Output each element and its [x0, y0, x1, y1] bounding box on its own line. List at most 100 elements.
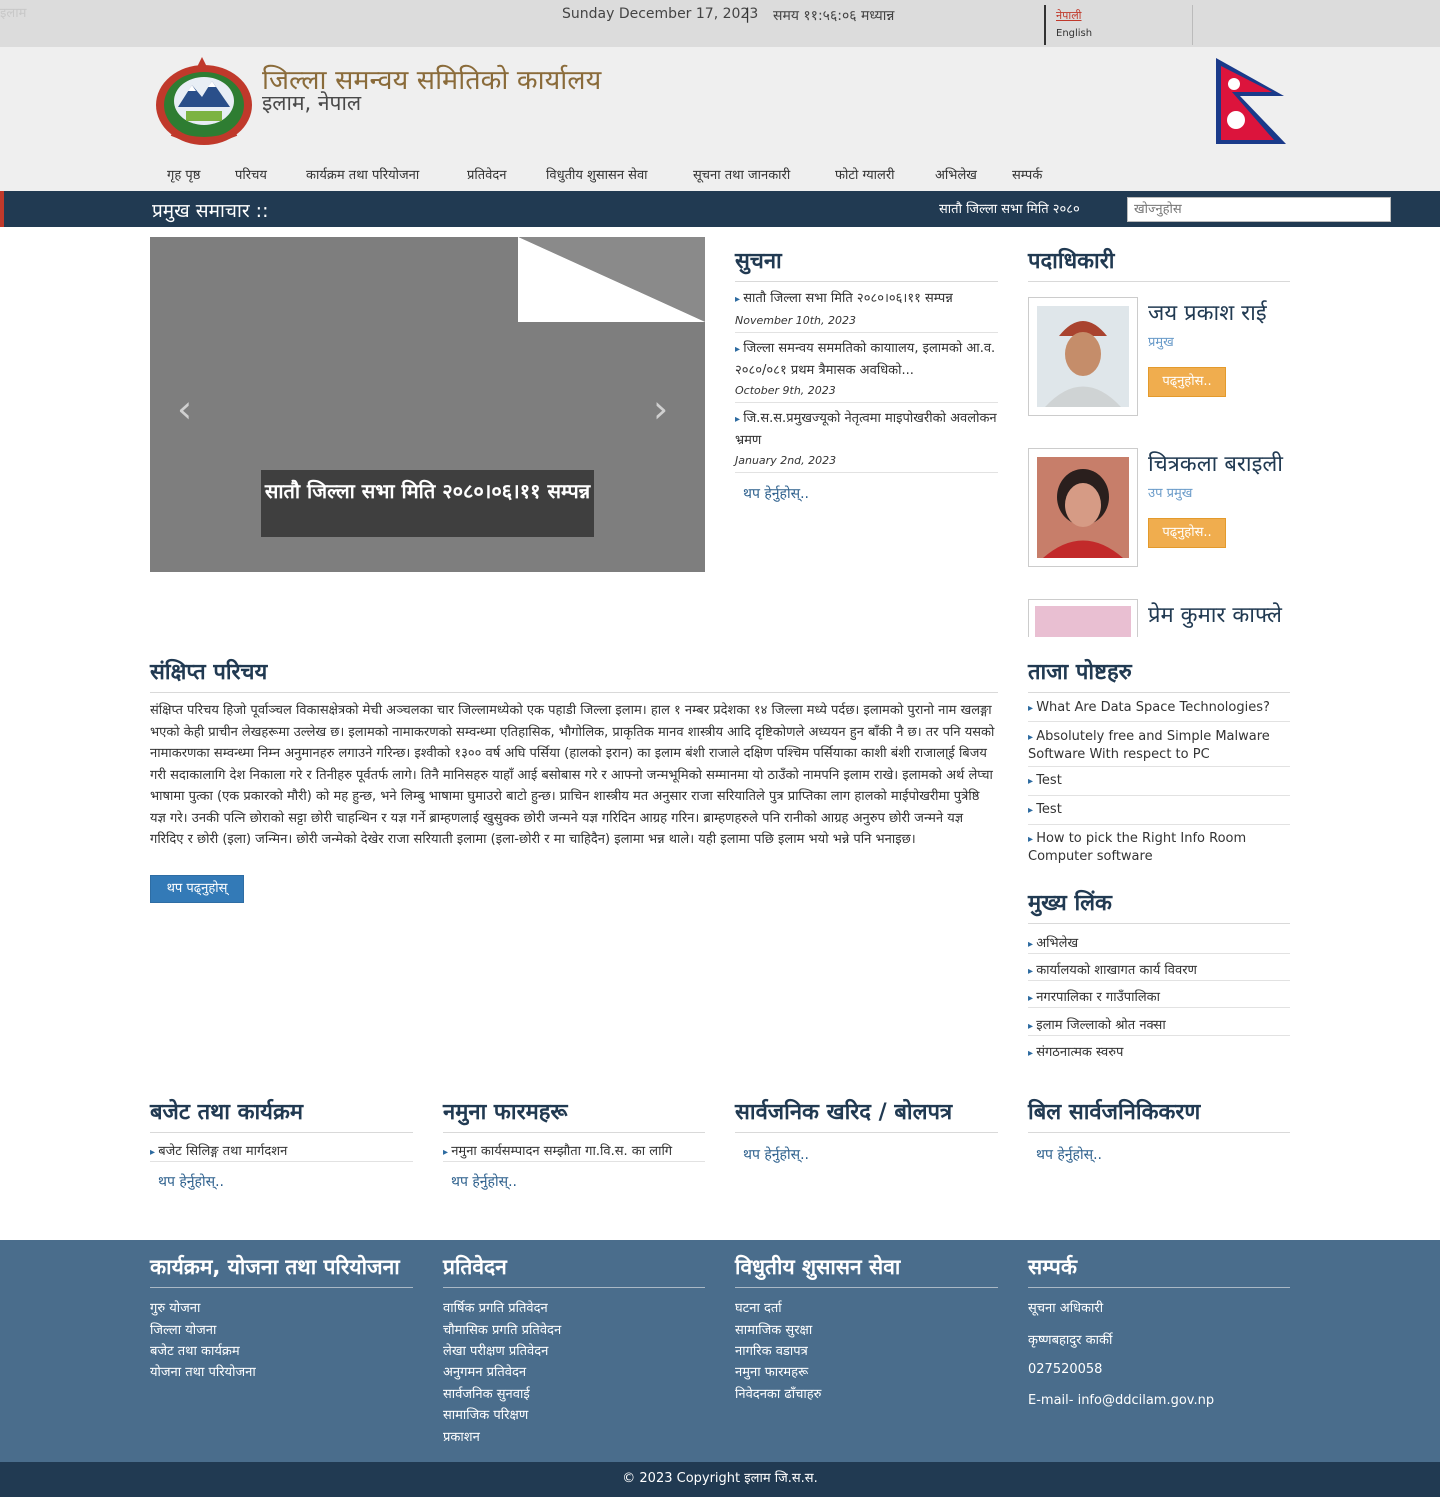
nepal-flag-icon: [1216, 58, 1286, 144]
site-subtitle: इलाम, नेपाल: [262, 91, 362, 115]
slider-next-icon[interactable]: ›: [653, 387, 668, 431]
news-ticker-item[interactable]: सातौ जिल्ला सभा मिति २०८०: [939, 199, 1080, 217]
main-link[interactable]: नगरपालिका र गाउँपालिका: [1028, 987, 1160, 1005]
footer-link[interactable]: गुरु योजना: [150, 1298, 200, 1316]
divider: [443, 1161, 705, 1162]
divider: [1028, 980, 1290, 981]
main-link[interactable]: कार्यालयको शाखागत कार्य विवरण: [1028, 960, 1197, 978]
nav-contact[interactable]: सम्पर्क: [1012, 165, 1042, 183]
contact-email[interactable]: E-mail- info@ddcilam.gov.np: [1028, 1393, 1214, 1408]
search-input[interactable]: [1127, 197, 1391, 222]
bill-disclosure-more-link[interactable]: थप हेर्नुहोस्..: [1036, 1145, 1102, 1164]
notices-heading: सुचना: [735, 245, 998, 282]
language-switcher: नेपाली English: [1044, 5, 1193, 45]
divider: [735, 472, 998, 473]
footer-link[interactable]: सामाजिक सुरक्षा: [735, 1320, 812, 1338]
intro-heading: संक्षिप्त परिचय: [150, 656, 998, 693]
footer-link[interactable]: सामाजिक परिक्षण: [443, 1405, 528, 1423]
read-more-button[interactable]: पढ्नुहोस..: [1148, 518, 1226, 548]
footer-link[interactable]: प्रकाशन: [443, 1427, 480, 1445]
budget-more-link[interactable]: थप हेर्नुहोस्..: [158, 1172, 224, 1191]
latest-posts-heading: ताजा पोष्टहरु: [1028, 656, 1290, 693]
image-slider: ‹ › सातौ जिल्ला सभा मिति २०८०।०६।११ सम्प…: [150, 237, 705, 572]
budget-link[interactable]: बजेट सिलिङ्ग तथा मार्गदशन: [150, 1141, 287, 1159]
procurement-heading: सार्वजनिक खरिद / बोलपत्र: [735, 1096, 998, 1133]
footer-link[interactable]: चौमासिक प्रगति प्रतिवेदन: [443, 1320, 561, 1338]
procurement-more-link[interactable]: थप हेर्नुहोस्..: [743, 1145, 809, 1164]
footer-heading: कार्यक्रम, योजना तथा परियोजना: [150, 1253, 413, 1288]
notice-item[interactable]: जिल्ला समन्वय सममतिको कायाालय, इलामको आ.…: [735, 338, 998, 381]
footer-link[interactable]: सार्वजनिक सुनवाई: [443, 1384, 530, 1402]
nav-home[interactable]: गृह पृष्ठ: [167, 165, 200, 183]
footer-link[interactable]: निवेदनका ढाँचाहरु: [735, 1384, 821, 1402]
post-link[interactable]: What Are Data Space Technologies?: [1028, 699, 1290, 717]
divider: [1028, 795, 1290, 796]
nav-about[interactable]: परिचय: [235, 165, 267, 183]
nav-programs[interactable]: कार्यक्रम तथा परियोजना: [306, 165, 419, 183]
slide-caption: सातौ जिल्ला सभा मिति २०८०।०६।११ सम्पन्न: [261, 470, 594, 537]
post-link[interactable]: Test: [1028, 772, 1290, 790]
main-link[interactable]: इलाम जिल्लाको श्रोत नक्सा: [1028, 1015, 1166, 1033]
slider-prev-icon[interactable]: ‹: [177, 387, 192, 431]
post-link[interactable]: Test: [1028, 801, 1290, 819]
nav-reports[interactable]: प्रतिवेदन: [467, 165, 507, 183]
forms-heading: नमुना फारमहरू: [443, 1096, 705, 1133]
post-link[interactable]: Absolutely free and Simple Malware Softw…: [1028, 728, 1290, 763]
footer-link[interactable]: नमुना फारमहरू: [735, 1362, 808, 1380]
nepal-emblem-icon[interactable]: [152, 55, 256, 147]
nav-information[interactable]: सूचना तथा जानकारी: [693, 165, 790, 183]
official-name: चित्रकला बराइली: [1148, 452, 1283, 477]
footer-link[interactable]: लेखा परीक्षण प्रतिवेदन: [443, 1341, 548, 1359]
nav-archive[interactable]: अभिलेख: [935, 165, 977, 183]
divider: [1028, 721, 1290, 722]
divider: [1028, 1007, 1290, 1008]
contact-title: सूचना अधिकारी: [1028, 1301, 1104, 1316]
notice-date: January 2nd, 2023: [735, 454, 837, 467]
footer-link[interactable]: घटना दर्ता: [735, 1298, 782, 1316]
notices-more-link[interactable]: थप हेर्नुहोस्..: [743, 484, 809, 503]
nav-e-governance[interactable]: विधुतीय शुसासन सेवा: [546, 165, 648, 183]
broken-image-icon: इलाम: [0, 6, 27, 21]
current-time: समय ११:५६:०६ मध्यान्न: [773, 8, 895, 24]
read-more-button[interactable]: पढ्नुहोस..: [1148, 367, 1226, 397]
officials-heading: पदाधिकारी: [1028, 245, 1290, 282]
main-links-heading: मुख्य लिंक: [1028, 887, 1290, 924]
footer-link[interactable]: वार्षिक प्रगति प्रतिवेदन: [443, 1298, 548, 1316]
footer-link[interactable]: अनुगमन प्रतिवेदन: [443, 1362, 526, 1380]
official-name: प्रेम कुमार काफ्ले: [1148, 603, 1282, 628]
lang-english-link[interactable]: English: [1056, 28, 1092, 39]
bill-disclosure-heading: बिल सार्वजनिकिकरण: [1028, 1096, 1290, 1133]
notice-date: October 9th, 2023: [735, 384, 836, 397]
notice-item[interactable]: जि.स.स.प्रमुखज्यूको नेतृत्वमा माइपोखरीको…: [735, 408, 998, 451]
footer-link[interactable]: नागरिक वडापत्र: [735, 1341, 808, 1359]
copyright: © 2023 Copyright इलाम जि.स.स.: [0, 1462, 1440, 1497]
notice-date: November 10th, 2023: [735, 314, 856, 327]
lang-nepali-link[interactable]: नेपाली: [1056, 8, 1082, 23]
main-link[interactable]: संगठनात्मक स्वरुप: [1028, 1042, 1123, 1060]
divider: [1028, 953, 1290, 954]
forms-more-link[interactable]: थप हेर्नुहोस्..: [451, 1172, 517, 1191]
divider: [1028, 824, 1290, 825]
footer-link[interactable]: जिल्ला योजना: [150, 1320, 216, 1338]
official-photo: [1028, 599, 1138, 637]
notice-item[interactable]: सातौ जिल्ला सभा मिति २०८०।०६।११ सम्पन्न: [735, 288, 998, 310]
official-role: उप प्रमुख: [1148, 486, 1193, 501]
footer-link[interactable]: योजना तथा परियोजना: [150, 1362, 256, 1380]
official-photo: [1028, 297, 1138, 416]
person-avatar-icon: [1037, 457, 1129, 558]
post-link[interactable]: How to pick the Right Info Room Computer…: [1028, 830, 1290, 865]
footer-heading: प्रतिवेदन: [443, 1253, 705, 1288]
divider: [735, 332, 998, 333]
footer-link[interactable]: बजेट तथा कार्यक्रम: [150, 1341, 240, 1359]
footer-heading: विधुतीय शुसासन सेवा: [735, 1253, 998, 1288]
form-link[interactable]: नमुना कार्यसम्पादन सम्झौता गा.वि.स. का ल…: [443, 1141, 672, 1159]
official-role: प्रमुख: [1148, 335, 1174, 350]
intro-text: संक्षिप्त परिचय हिजो पूर्वाञ्चल विकासक्ष…: [150, 703, 995, 847]
nav-photo-gallery[interactable]: फोटो ग्यालरी: [835, 165, 895, 183]
intro-read-more-button[interactable]: थप पढ्नुहोस्: [150, 875, 244, 903]
date-separator: |: [745, 5, 751, 23]
main-link[interactable]: अभिलेख: [1028, 933, 1078, 951]
divider: [1028, 766, 1290, 767]
footer-heading: सम्पर्क: [1028, 1253, 1290, 1288]
divider: [1028, 1035, 1290, 1036]
